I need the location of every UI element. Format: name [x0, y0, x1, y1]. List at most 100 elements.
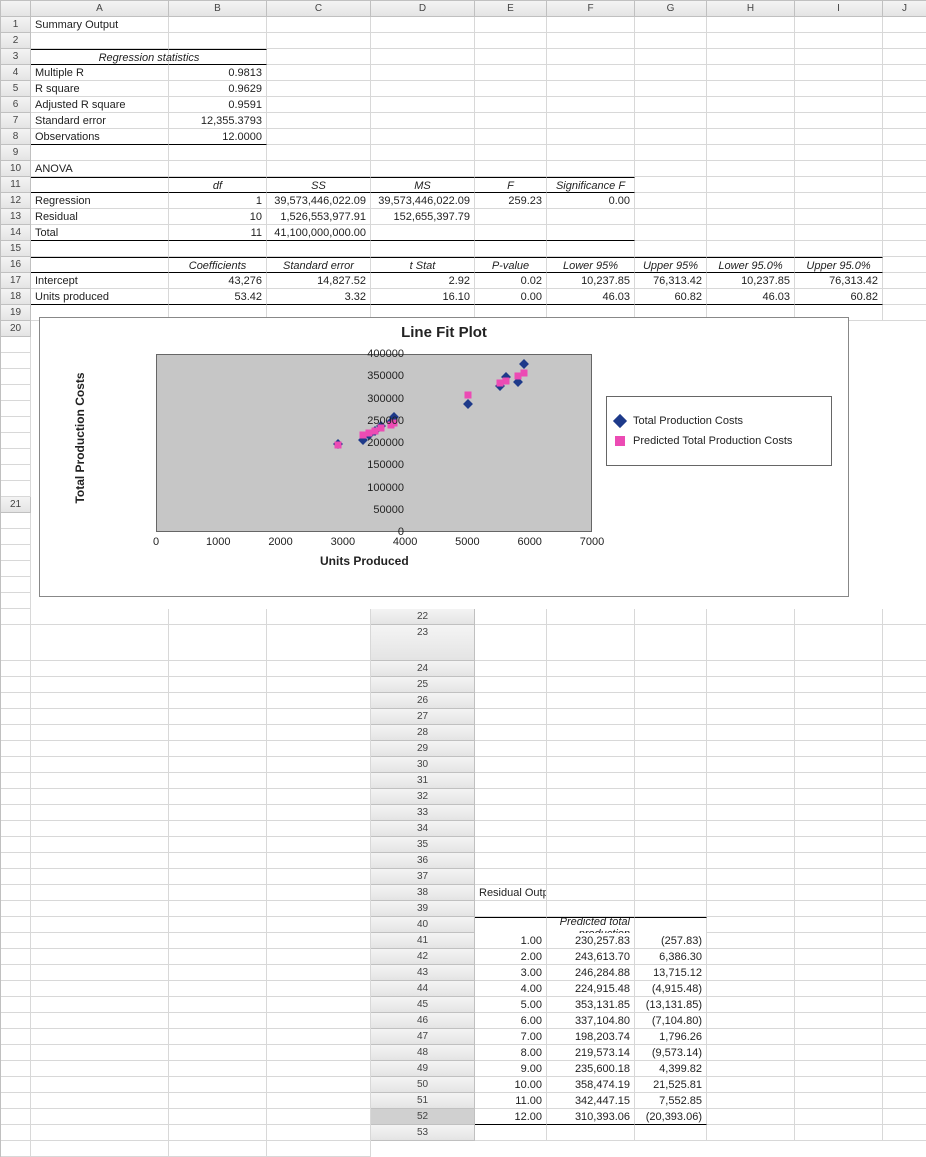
cell-D50[interactable]: [707, 1077, 795, 1093]
cell-E46[interactable]: [795, 1013, 883, 1029]
cell-D42[interactable]: [707, 949, 795, 965]
cell-H15[interactable]: [707, 241, 795, 257]
cell-D43[interactable]: [707, 965, 795, 981]
cell-E53[interactable]: [795, 1125, 883, 1141]
cell-A53[interactable]: [475, 1125, 547, 1141]
cell-C47[interactable]: 1,796.26: [635, 1029, 707, 1045]
cell-A27[interactable]: [475, 709, 547, 725]
col-header-E[interactable]: E: [475, 1, 547, 17]
cell-J25[interactable]: [267, 693, 371, 709]
cell-H31[interactable]: [31, 789, 169, 805]
cell-G24[interactable]: [1, 677, 31, 693]
row-header-28[interactable]: 28: [371, 725, 475, 741]
cell-C8[interactable]: [267, 129, 371, 145]
cell-F6[interactable]: [547, 97, 635, 113]
cell-G32[interactable]: [1, 805, 31, 821]
cell-A41[interactable]: 1.00: [475, 933, 547, 949]
cell-A7[interactable]: Standard error: [31, 113, 169, 129]
cell-C20[interactable]: [1, 369, 31, 385]
cell-E36[interactable]: [795, 853, 883, 869]
cell-I47[interactable]: [169, 1045, 267, 1061]
cell-G23[interactable]: [1, 661, 31, 677]
cell-F3[interactable]: [547, 49, 635, 65]
cell-D4[interactable]: [371, 65, 475, 81]
cell-G33[interactable]: [1, 821, 31, 837]
cell-C43[interactable]: 13,715.12: [635, 965, 707, 981]
cell-C38[interactable]: [635, 885, 707, 901]
cell-I15[interactable]: [795, 241, 883, 257]
cell-G12[interactable]: [635, 193, 707, 209]
cell-G30[interactable]: [1, 773, 31, 789]
row-header-30[interactable]: 30: [371, 757, 475, 773]
cell-H41[interactable]: [31, 949, 169, 965]
chart-container[interactable]: Line Fit PlotTotal Production CostsUnits…: [31, 321, 926, 609]
cell-H42[interactable]: [31, 965, 169, 981]
cell-F32[interactable]: [883, 789, 926, 805]
cell-D1[interactable]: [371, 17, 475, 33]
cell-I11[interactable]: [795, 177, 883, 193]
cell-D51[interactable]: [707, 1093, 795, 1109]
row-header-27[interactable]: 27: [371, 709, 475, 725]
cell-E8[interactable]: [475, 129, 547, 145]
row-header-49[interactable]: 49: [371, 1061, 475, 1077]
cell-H28[interactable]: [31, 741, 169, 757]
cell-H18[interactable]: 46.03: [707, 289, 795, 305]
cell-H7[interactable]: [707, 113, 795, 129]
cell-E14[interactable]: [475, 225, 547, 241]
cell-H34[interactable]: [31, 837, 169, 853]
cell-J35[interactable]: [267, 853, 371, 869]
cell-B42[interactable]: 243,613.70: [547, 949, 635, 965]
cell-A36[interactable]: [475, 853, 547, 869]
cell-A42[interactable]: 2.00: [475, 949, 547, 965]
cell-F20[interactable]: [1, 417, 31, 433]
cell-B41[interactable]: 230,257.83: [547, 933, 635, 949]
cell-A22[interactable]: [475, 609, 547, 625]
cell-A5[interactable]: R square: [31, 81, 169, 97]
cell-F53[interactable]: [883, 1125, 926, 1141]
cell-B47[interactable]: 198,203.74: [547, 1029, 635, 1045]
cell-H8[interactable]: [707, 129, 795, 145]
cell-A47[interactable]: 7.00: [475, 1029, 547, 1045]
cell-B1[interactable]: [169, 17, 267, 33]
cell-D6[interactable]: [371, 97, 475, 113]
cell-I2[interactable]: [795, 33, 883, 49]
cell-C7[interactable]: [267, 113, 371, 129]
cell-I22[interactable]: [169, 625, 267, 661]
cell-C52[interactable]: (20,393.06): [635, 1109, 707, 1125]
cell-H16[interactable]: Lower 95.0%: [707, 257, 795, 273]
cell-I53[interactable]: [169, 1141, 267, 1157]
cell-E25[interactable]: [795, 677, 883, 693]
cell-B4[interactable]: 0.9813: [169, 65, 267, 81]
cell-F17[interactable]: 10,237.85: [547, 273, 635, 289]
cell-D38[interactable]: [707, 885, 795, 901]
cell-G35[interactable]: [1, 853, 31, 869]
cell-A24[interactable]: [475, 661, 547, 677]
cell-C45[interactable]: (13,131.85): [635, 997, 707, 1013]
cell-D31[interactable]: [707, 773, 795, 789]
row-header-43[interactable]: 43: [371, 965, 475, 981]
cell-B21[interactable]: [1, 529, 31, 545]
cell-I30[interactable]: [169, 773, 267, 789]
row-header-52[interactable]: 52: [371, 1109, 475, 1125]
cell-E9[interactable]: [475, 145, 547, 161]
cell-F33[interactable]: [883, 805, 926, 821]
row-header-22[interactable]: 22: [371, 609, 475, 625]
cell-B50[interactable]: 358,474.19: [547, 1077, 635, 1093]
cell-C36[interactable]: [635, 853, 707, 869]
cell-J13[interactable]: [883, 209, 926, 225]
cell-F7[interactable]: [547, 113, 635, 129]
cell-B44[interactable]: 224,915.48: [547, 981, 635, 997]
cell-G39[interactable]: [1, 917, 31, 933]
cell-C23[interactable]: [635, 625, 707, 661]
cell-B11[interactable]: df: [169, 177, 267, 193]
row-header-41[interactable]: 41: [371, 933, 475, 949]
cell-G21[interactable]: [1, 609, 31, 625]
cell-G34[interactable]: [1, 837, 31, 853]
col-header-G[interactable]: G: [635, 1, 707, 17]
cell-E45[interactable]: [795, 997, 883, 1013]
cell-E24[interactable]: [795, 661, 883, 677]
cell-F40[interactable]: [883, 917, 926, 933]
cell-B33[interactable]: [547, 805, 635, 821]
cell-C16[interactable]: Standard error: [267, 257, 371, 273]
cell-J8[interactable]: [883, 129, 926, 145]
